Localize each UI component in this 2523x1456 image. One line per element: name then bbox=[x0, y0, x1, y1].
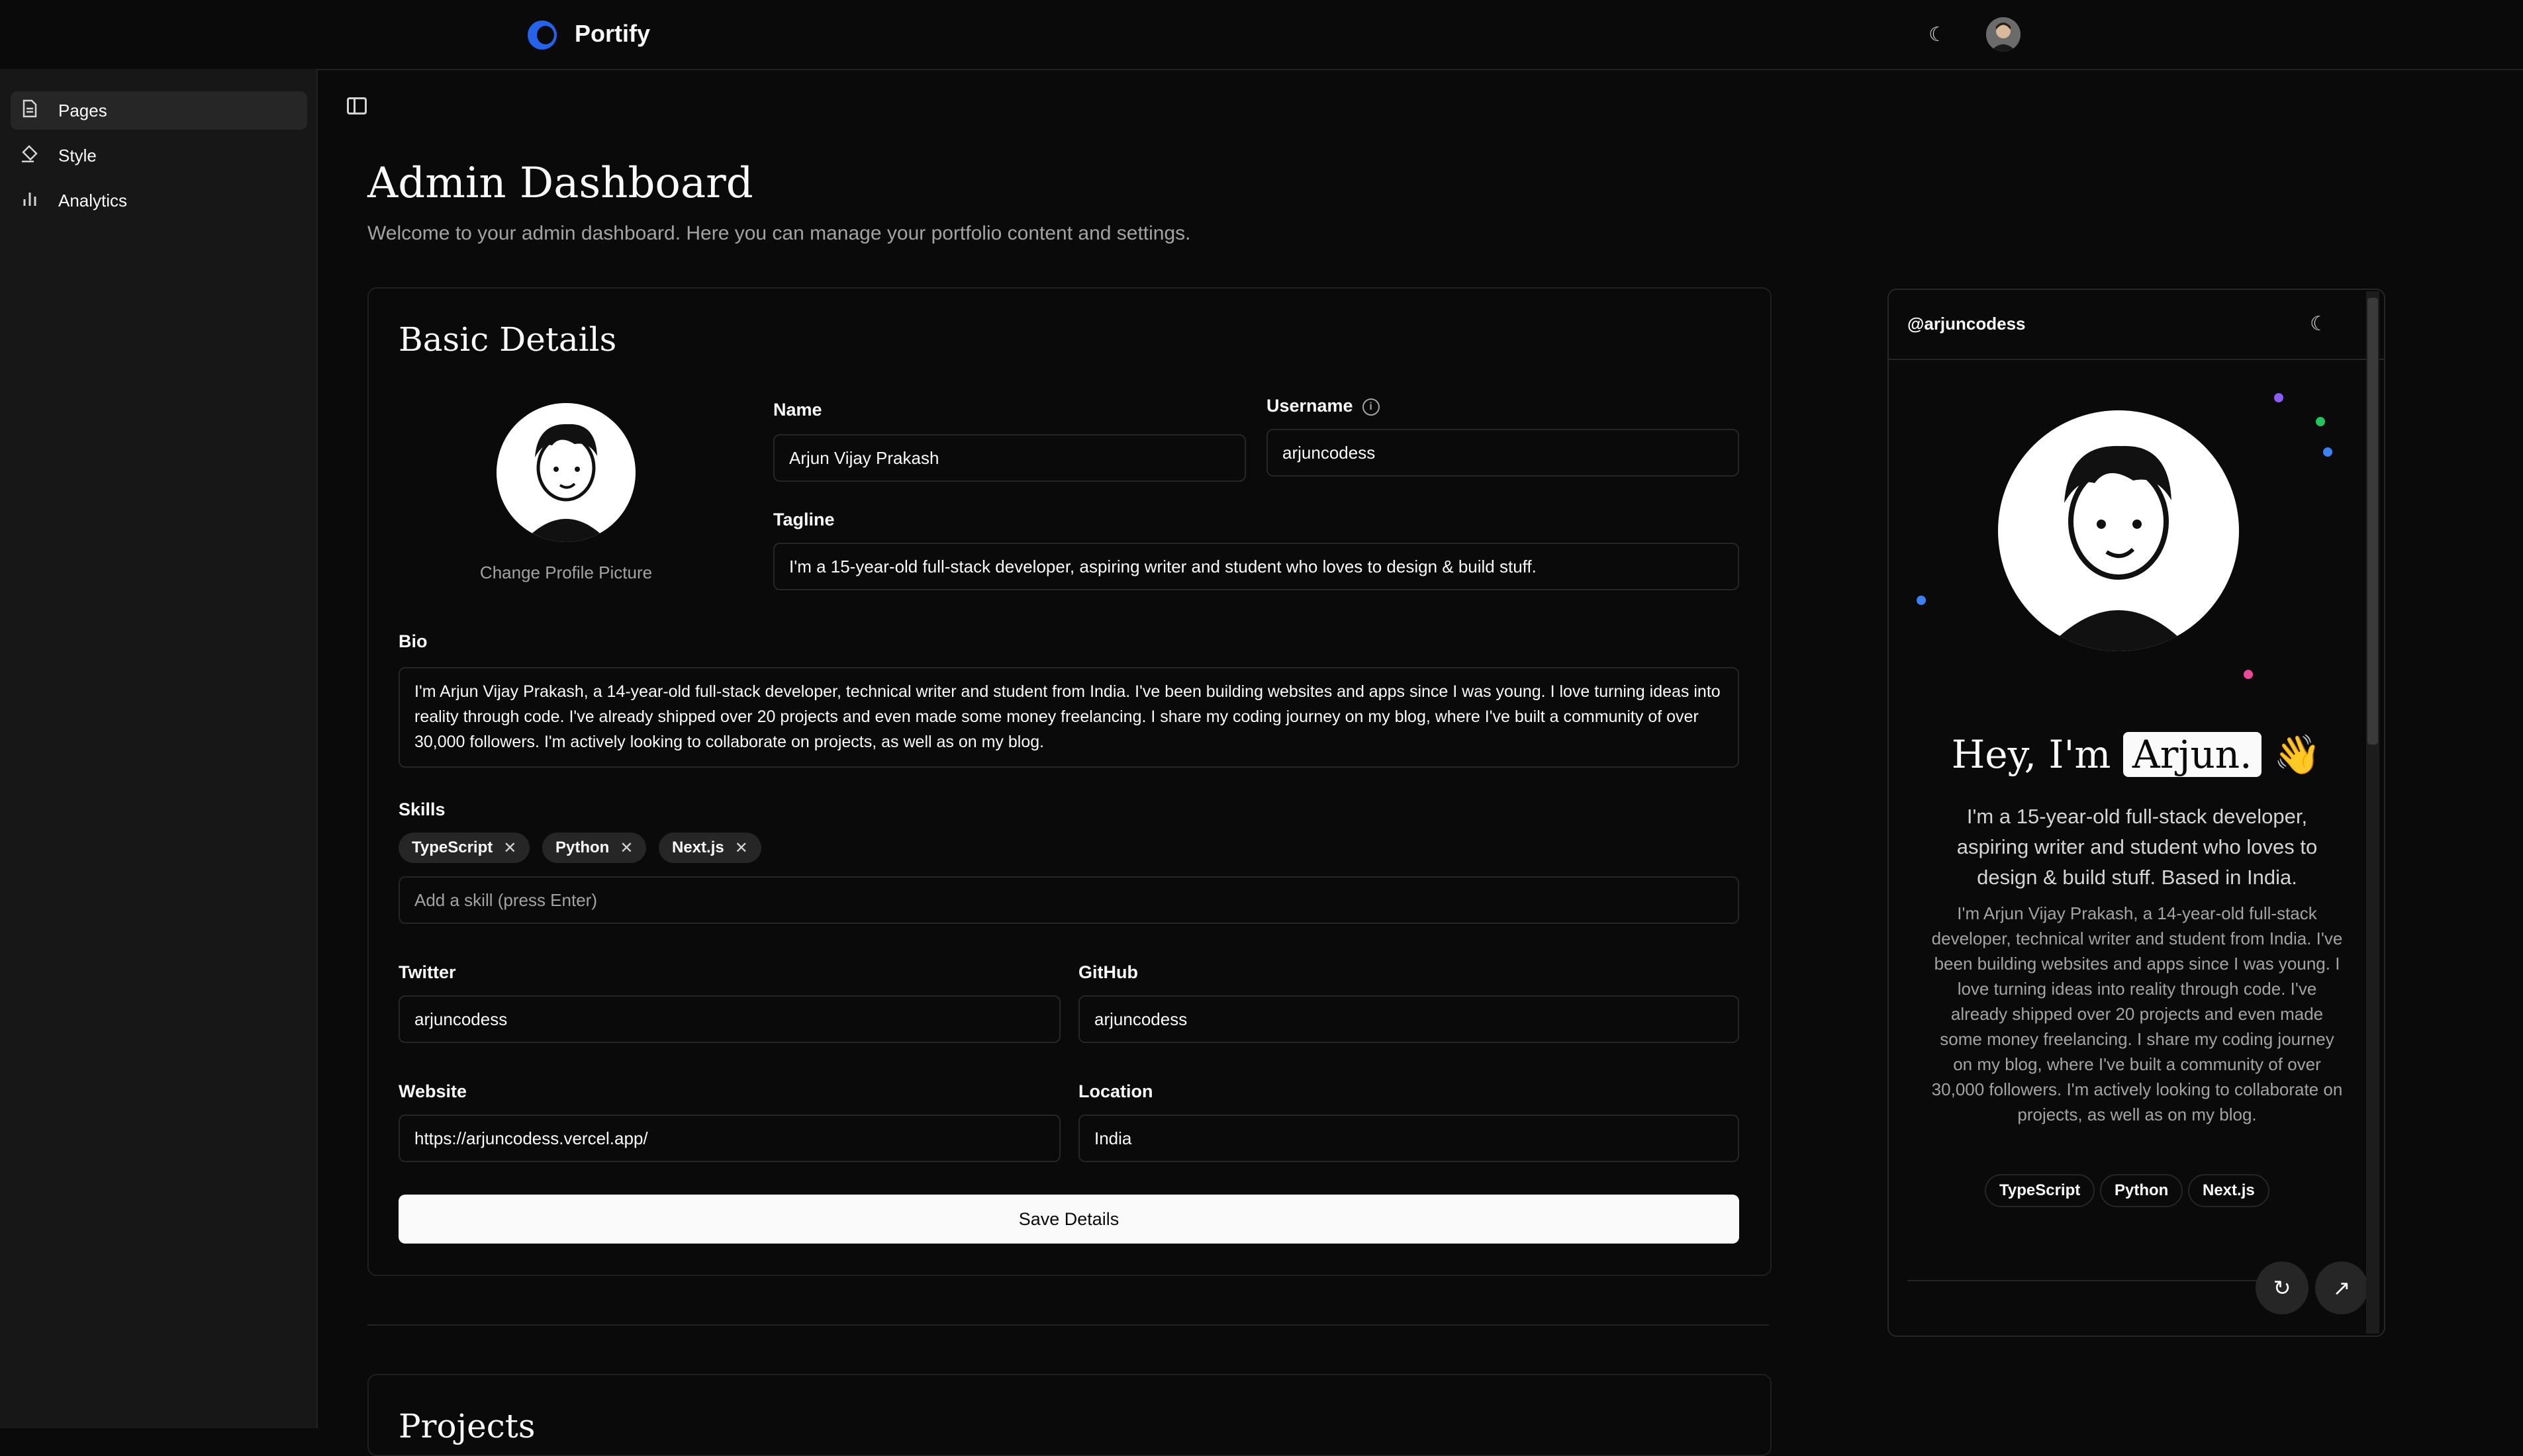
sidebar-toggle-icon[interactable] bbox=[347, 97, 367, 114]
portify-logo-icon[interactable] bbox=[528, 21, 557, 50]
twitter-label: Twitter bbox=[399, 962, 456, 982]
preview-divider bbox=[1907, 1280, 2278, 1281]
name-input[interactable]: Arjun Vijay Prakash bbox=[773, 434, 1246, 482]
refresh-icon[interactable]: ↻ bbox=[2256, 1261, 2309, 1314]
skill-chip[interactable]: TypeScript ✕ bbox=[399, 833, 530, 863]
sidebar-item-label: Analytics bbox=[58, 190, 128, 210]
profile-preview: @arjuncodess ☾ Hey, I'm Arjun. 👋 I'm a 1… bbox=[1887, 289, 2385, 1337]
location-input[interactable]: India bbox=[1078, 1115, 1739, 1162]
name-label: Name bbox=[773, 400, 822, 420]
section-title: Projects bbox=[399, 1407, 536, 1445]
website-label: Website bbox=[399, 1081, 467, 1101]
top-bar bbox=[0, 0, 2523, 70]
sidebar-item-pages[interactable]: Pages bbox=[11, 91, 307, 130]
theme-toggle-moon-icon[interactable]: ☾ bbox=[1928, 23, 1946, 46]
section-divider bbox=[367, 1324, 1769, 1326]
bio-label: Bio bbox=[399, 631, 428, 651]
skill-chip[interactable]: Next.js ✕ bbox=[659, 833, 761, 863]
preview-scroll-thumb[interactable] bbox=[2367, 298, 2378, 745]
website-input[interactable]: https://arjuncodess.vercel.app/ bbox=[399, 1115, 1061, 1162]
basic-details-card: Basic Details Change Profile Picture Nam… bbox=[367, 287, 1772, 1276]
page-title: Admin Dashboard bbox=[367, 159, 753, 208]
external-link-icon[interactable]: ↗ bbox=[2315, 1261, 2368, 1314]
preview-greeting: Hey, I'm Arjun. 👋 bbox=[1951, 732, 2322, 777]
sidebar-item-label: Pages bbox=[58, 100, 107, 120]
twitter-input[interactable]: arjuncodess bbox=[399, 995, 1061, 1043]
preview-skill-chip: TypeScript bbox=[1985, 1174, 2095, 1207]
decor-dot bbox=[2244, 670, 2253, 679]
username-input[interactable]: arjuncodess bbox=[1266, 429, 1739, 477]
change-profile-picture-link[interactable]: Change Profile Picture bbox=[445, 563, 687, 583]
user-avatar[interactable] bbox=[1986, 17, 2021, 52]
skills-label: Skills bbox=[399, 799, 446, 819]
remove-skill-icon[interactable]: ✕ bbox=[620, 839, 633, 858]
preview-bio: I'm Arjun Vijay Prakash, a 14-year-old f… bbox=[1931, 903, 2343, 1124]
page-subtitle: Welcome to your admin dashboard. Here yo… bbox=[367, 222, 1191, 244]
bio-textarea[interactable]: I'm Arjun Vijay Prakash, a 14-year-old f… bbox=[399, 667, 1739, 768]
remove-skill-icon[interactable]: ✕ bbox=[503, 839, 516, 858]
preview-name-pill: Arjun. bbox=[2122, 732, 2261, 777]
preview-tagline: I'm a 15-year-old full-stack developer, … bbox=[1956, 805, 2318, 889]
location-label: Location bbox=[1078, 1081, 1153, 1101]
add-skill-input[interactable]: Add a skill (press Enter) bbox=[399, 876, 1739, 924]
remove-skill-icon[interactable]: ✕ bbox=[735, 839, 748, 858]
sidebar-item-style[interactable]: Style bbox=[11, 136, 307, 175]
preview-skill-chip: Python bbox=[2100, 1174, 2183, 1207]
sidebar-item-label: Style bbox=[58, 145, 97, 165]
preview-skill-chip: Next.js bbox=[2188, 1174, 2269, 1207]
bar-chart-icon bbox=[20, 190, 40, 212]
preview-username: @arjuncodess bbox=[1907, 314, 2026, 334]
file-icon bbox=[20, 99, 40, 122]
decor-dot bbox=[1917, 596, 1926, 605]
sidebar: Pages Style Analytics bbox=[0, 69, 318, 1428]
preview-avatar bbox=[1998, 410, 2239, 651]
save-details-button[interactable]: Save Details bbox=[399, 1195, 1739, 1244]
app-name[interactable]: Portify bbox=[575, 20, 650, 48]
paint-bucket-icon bbox=[20, 144, 40, 167]
wave-emoji-icon: 👋 bbox=[2273, 732, 2322, 777]
decor-dot bbox=[2274, 393, 2283, 402]
decor-dot bbox=[2316, 417, 2325, 426]
preview-theme-moon-icon[interactable]: ☾ bbox=[2310, 312, 2328, 336]
github-label: GitHub bbox=[1078, 962, 1138, 982]
info-icon[interactable]: i bbox=[1362, 398, 1380, 416]
skill-chip[interactable]: Python ✕ bbox=[542, 833, 647, 863]
decor-dot bbox=[2323, 447, 2332, 457]
github-input[interactable]: arjuncodess bbox=[1078, 995, 1739, 1043]
username-label: Username i bbox=[1266, 396, 1380, 416]
tagline-input[interactable]: I'm a 15-year-old full-stack developer, … bbox=[773, 543, 1739, 590]
tagline-label: Tagline bbox=[773, 510, 835, 529]
sidebar-item-analytics[interactable]: Analytics bbox=[11, 181, 307, 220]
profile-picture[interactable] bbox=[497, 403, 636, 542]
projects-card: Projects bbox=[367, 1374, 1772, 1456]
section-title: Basic Details bbox=[399, 320, 617, 359]
